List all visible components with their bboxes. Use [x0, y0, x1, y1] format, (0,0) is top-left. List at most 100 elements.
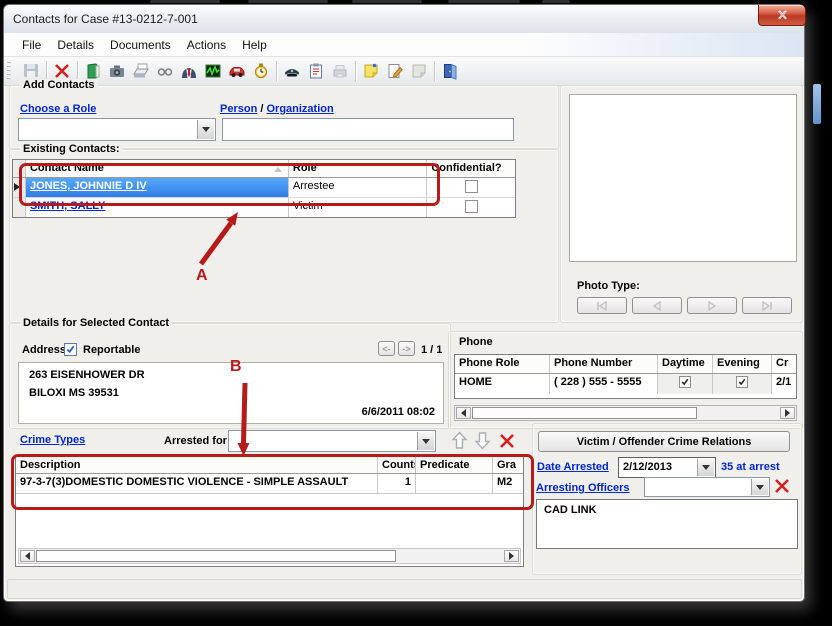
annotation-b-label: B [230, 358, 242, 376]
scanner-button[interactable] [129, 59, 153, 83]
sticky-note-button[interactable] [359, 59, 383, 83]
annotation-b-rectangle [11, 454, 534, 510]
toolbar [4, 57, 804, 86]
add-contacts-group: Add Contacts Choose a Role Person / Orga… [9, 85, 559, 149]
address-previous-button: <- [378, 341, 395, 356]
toolbar-grip [7, 61, 11, 81]
scrollbar-thumb[interactable] [472, 407, 697, 419]
next-arrow-label: -> [402, 344, 410, 354]
column-header-phone-number[interactable]: Phone Number [550, 355, 658, 373]
sticky-note-disabled-button [407, 59, 431, 83]
victim-offender-relations-label: Victim / Offender Crime Relations [577, 436, 752, 448]
title-bar: Contacts for Case #13-0212-7-001 [4, 5, 804, 33]
crime-types-link[interactable]: Crime Types [20, 434, 85, 446]
phone-role-cell[interactable]: HOME [455, 374, 550, 394]
delete-x-icon [498, 432, 516, 450]
arresting-officers-arrow[interactable] [751, 479, 768, 495]
confidential-header-label: Confidential? [431, 162, 501, 174]
existing-contacts-group-label: Existing Contacts: [20, 143, 123, 155]
police-cap-button[interactable] [280, 59, 304, 83]
person-name-input[interactable] [222, 118, 514, 141]
last-record-icon [760, 301, 774, 311]
toolbar-separator [46, 61, 47, 81]
confidential-checkbox[interactable] [465, 180, 478, 193]
arresting-officers-link[interactable]: Arresting Officers [536, 482, 630, 494]
victim-offender-relations-button[interactable]: Victim / Offender Crime Relations [538, 431, 790, 452]
details-group-label: Details for Selected Contact [20, 317, 172, 329]
daytime-cell [658, 374, 713, 394]
exit-door-button[interactable] [438, 59, 462, 83]
menu-actions[interactable]: Actions [179, 35, 234, 55]
column-header-confidential[interactable]: Confidential? [427, 160, 515, 177]
camera-button[interactable] [105, 59, 129, 83]
photo-previous-button [632, 297, 682, 314]
phone-horizontal-scrollbar[interactable] [454, 405, 797, 421]
crime-delete-button[interactable] [498, 432, 516, 453]
scanner-icon [132, 62, 150, 80]
clipboard-button[interactable] [304, 59, 328, 83]
officer-delete-button[interactable] [773, 477, 791, 498]
organization-link[interactable]: Organization [266, 103, 333, 115]
phone-number-cell[interactable]: ( 228 ) 555 - 5555 [550, 374, 658, 394]
sticky-note-icon [362, 62, 380, 80]
dialog-window: Contacts for Case #13-0212-7-001 File De… [3, 4, 805, 602]
date-arrested-select[interactable]: 2/12/2013 [618, 457, 716, 478]
scrollbar-thumb[interactable] [36, 550, 396, 562]
photo-next-button [687, 297, 737, 314]
menu-documents[interactable]: Documents [102, 35, 179, 55]
background-window-fragment [150, 0, 220, 3]
previous-arrow-label: <- [382, 344, 390, 354]
date-arrested-arrow[interactable] [697, 459, 714, 476]
waveform-button[interactable] [201, 59, 225, 83]
reportable-checkbox[interactable] [64, 343, 77, 356]
close-button[interactable] [758, 5, 806, 26]
person-link[interactable]: Person [220, 103, 257, 115]
created-cell[interactable]: 2/1 [772, 374, 796, 394]
role-select[interactable] [18, 118, 216, 141]
suspect-clothing-button[interactable] [177, 59, 201, 83]
first-record-icon [595, 301, 609, 311]
evening-checkbox[interactable] [736, 376, 748, 388]
crime-horizontal-scrollbar[interactable] [18, 548, 521, 564]
window-title: Contacts for Case #13-0212-7-001 [13, 12, 198, 26]
police-cap-icon [283, 62, 301, 80]
next-record-icon [705, 301, 719, 311]
phone-label: Phone [459, 336, 493, 348]
scroll-left-button[interactable] [20, 550, 35, 562]
menu-help[interactable]: Help [234, 35, 275, 55]
arresting-officers-select[interactable] [644, 477, 770, 497]
down-arrow-icon [474, 431, 491, 450]
daytime-checkbox[interactable] [679, 376, 691, 388]
column-header-phone-role[interactable]: Phone Role [455, 355, 550, 373]
column-header-evening[interactable]: Evening [713, 355, 772, 373]
menu-file[interactable]: File [14, 35, 49, 55]
arrested-for-arrow[interactable] [417, 432, 434, 450]
column-header-daytime[interactable]: Daytime [658, 355, 713, 373]
chevron-down-icon [756, 485, 764, 490]
move-up-button [451, 431, 468, 453]
move-down-button [474, 431, 491, 453]
status-bar [7, 579, 802, 599]
watch-icon [252, 62, 270, 80]
previous-record-icon [650, 301, 664, 311]
phone-group: Phone Phone Role Phone Number Daytime Ev… [448, 331, 803, 429]
confidential-checkbox[interactable] [465, 200, 478, 213]
column-header-created[interactable]: Cr [772, 355, 796, 373]
address-line-2: BILOXI MS 39531 [29, 387, 119, 399]
scroll-right-button[interactable] [504, 550, 519, 562]
checkmark-icon [66, 345, 75, 354]
choose-a-role-link[interactable]: Choose a Role [20, 103, 96, 115]
scroll-left-button[interactable] [456, 407, 471, 419]
phone-row[interactable]: HOME ( 228 ) 555 - 5555 2/1 [455, 374, 796, 394]
scroll-right-button[interactable] [780, 407, 795, 419]
handcuffs-button[interactable] [153, 59, 177, 83]
vehicle-button[interactable] [225, 59, 249, 83]
background-scrollbar-fragment [813, 84, 821, 124]
date-arrested-link[interactable]: Date Arrested [537, 461, 609, 473]
menu-details[interactable]: Details [49, 35, 102, 55]
watch-button[interactable] [249, 59, 273, 83]
arrested-for-select[interactable] [228, 430, 436, 452]
edit-button[interactable] [383, 59, 407, 83]
role-select-arrow[interactable] [197, 120, 214, 139]
evening-cell [713, 374, 772, 394]
